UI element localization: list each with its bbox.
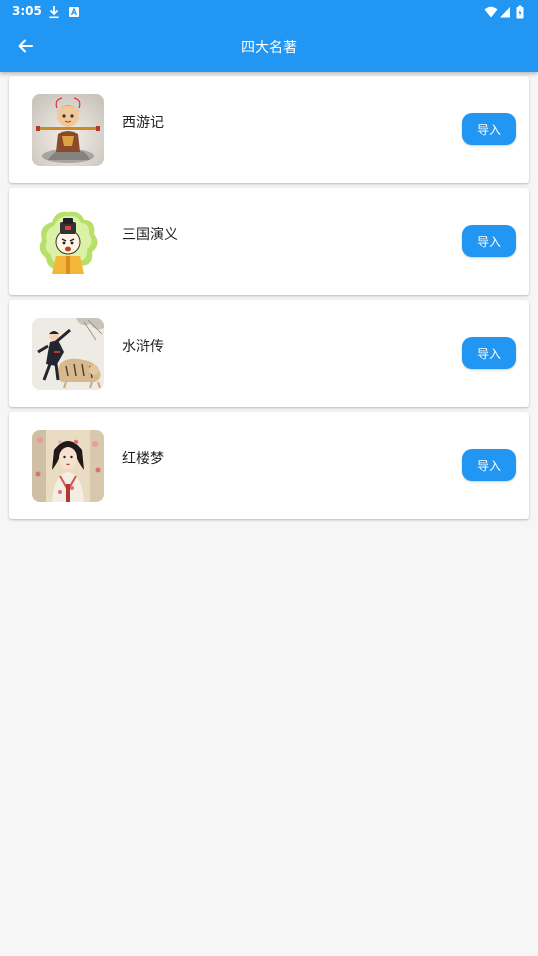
toolbar: 四大名著: [0, 24, 538, 72]
book-title: 三国演义: [122, 227, 178, 243]
book-card-xiyouji[interactable]: 西游记 导入: [9, 76, 529, 183]
wifi-icon: [484, 4, 498, 18]
book-card-shuihu[interactable]: 水浒传 导入: [9, 300, 529, 407]
monkey-king-illustration: [32, 94, 104, 166]
import-button[interactable]: 导入: [462, 113, 516, 145]
book-list: 西游记 导入 三国演义 导入 水浒传 导入 红楼梦 导入: [9, 76, 529, 524]
import-button[interactable]: 导入: [462, 225, 516, 257]
book-title: 水浒传: [122, 339, 164, 355]
app-bar: 3:05 四大名著: [0, 0, 538, 72]
import-button[interactable]: 导入: [462, 337, 516, 369]
hero-with-tiger-illustration: [32, 318, 104, 390]
download-icon: [48, 4, 60, 19]
book-card-sanguo[interactable]: 三国演义 导入: [9, 188, 529, 295]
a-badge-icon: [68, 4, 80, 18]
page-title: 四大名著: [241, 40, 297, 56]
status-time: 3:05: [12, 4, 42, 18]
book-card-hongloumeng[interactable]: 红楼梦 导入: [9, 412, 529, 519]
battery-icon: [516, 4, 524, 19]
book-title: 西游记: [122, 115, 164, 131]
classical-lady-illustration: [32, 430, 104, 502]
book-title: 红楼梦: [122, 451, 164, 467]
cartoon-official-illustration: [32, 206, 104, 278]
status-bar: 3:05: [0, 0, 538, 24]
signal-icon: [499, 4, 511, 18]
import-button[interactable]: 导入: [462, 449, 516, 481]
